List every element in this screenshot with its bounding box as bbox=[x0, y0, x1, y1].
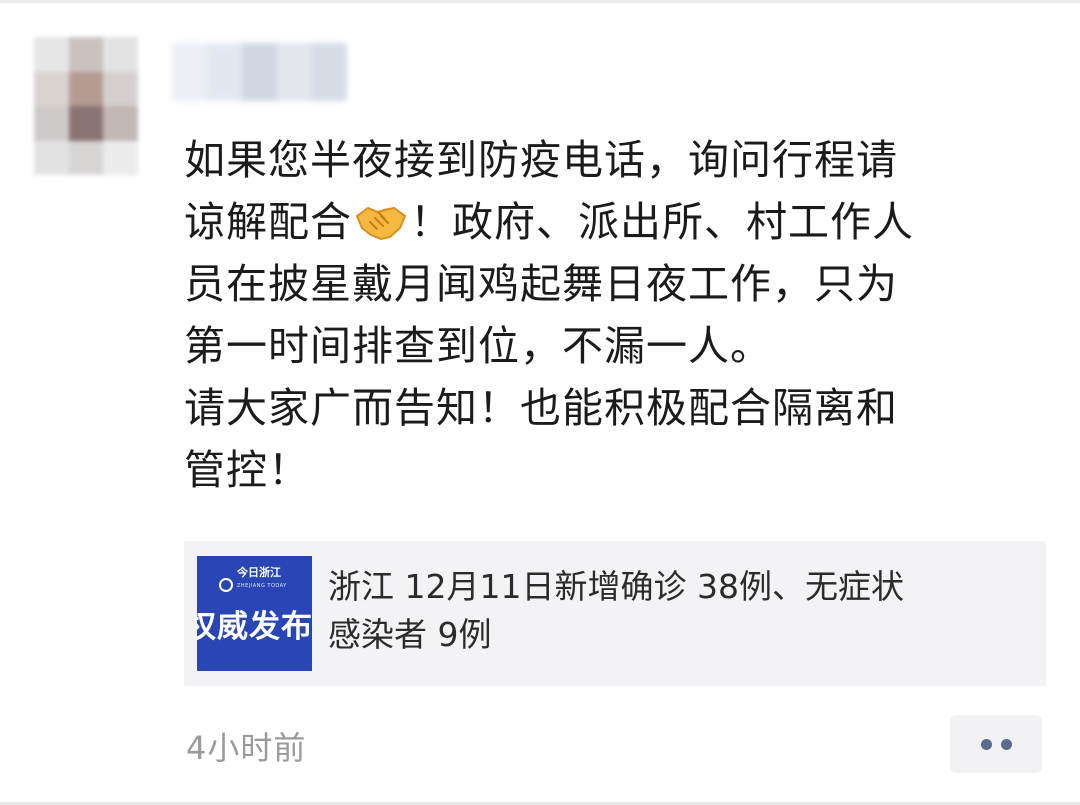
thumbnail-title: 权威发布 bbox=[197, 609, 312, 645]
logo-icon bbox=[219, 578, 233, 592]
article-title[interactable]: 浙江 12月11日新增确诊 38例、无症状 感染者 9例 bbox=[328, 563, 1028, 659]
post-line: 如果您半夜接到防疫电话，询问行程请 bbox=[184, 136, 898, 184]
post-line: 请大家广而告知！也能积极配合隔离和 bbox=[184, 384, 898, 432]
article-title-line: 感染者 9例 bbox=[328, 615, 492, 654]
post-line: 管控！ bbox=[184, 446, 310, 494]
moment-frame: 如果您半夜接到防疫电话，询问行程请 谅解配合 ！政府、派出所、村工作人 员在披星… bbox=[0, 0, 1080, 805]
thumbnail-logo-subtext: ZHEJIANG TODAY bbox=[237, 583, 287, 589]
post-line: 第一时间排查到位，不漏一人。 bbox=[184, 322, 772, 370]
handshake-icon bbox=[354, 197, 408, 241]
thumbnail-logo-text: 今日浙江 bbox=[237, 566, 281, 579]
avatar[interactable] bbox=[34, 37, 138, 175]
post-line: 谅解配合 ！政府、派出所、村工作人 bbox=[184, 197, 914, 246]
article-thumbnail: 今日浙江 ZHEJIANG TODAY 权威发布 bbox=[197, 556, 312, 671]
article-title-line: 浙江 12月11日新增确诊 38例、无症状 bbox=[328, 567, 904, 606]
more-dots-icon bbox=[1000, 738, 1012, 750]
post-line: 员在披星戴月闻鸡起舞日夜工作，只为 bbox=[184, 260, 898, 308]
shared-article-card[interactable]: 今日浙江 ZHEJIANG TODAY 权威发布 浙江 12月11日新增确诊 3… bbox=[184, 541, 1046, 686]
post-timestamp: 4小时前 bbox=[186, 729, 307, 767]
more-dots-icon bbox=[980, 738, 992, 750]
more-actions-button[interactable] bbox=[950, 715, 1042, 773]
username-blurred[interactable] bbox=[172, 43, 347, 101]
post-text: 如果您半夜接到防疫电话，询问行程请 谅解配合 ！政府、派出所、村工作人 员在披星… bbox=[184, 129, 1054, 501]
